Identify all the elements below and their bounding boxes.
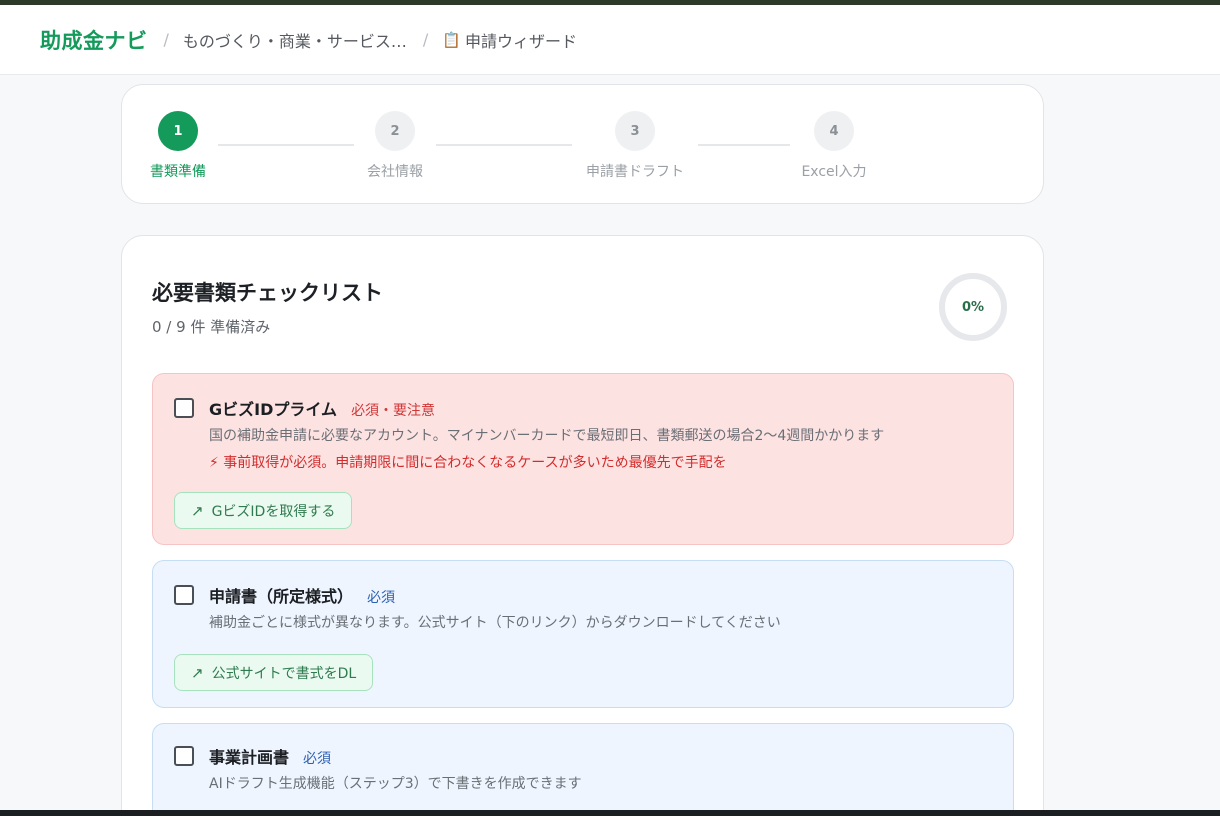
window-bottom-strip	[0, 810, 1220, 816]
document-checklist-card: 必要書類チェックリスト 0 / 9 件 準備済み 0% GビズIDプライム 必須・…	[121, 235, 1044, 816]
checklist-checkbox[interactable]	[174, 746, 194, 766]
arrow-up-right-icon: ↗	[191, 663, 204, 682]
item-title: GビズIDプライム 必須・要注意	[209, 400, 436, 419]
link-label: 公式サイトで書式をDL	[211, 665, 357, 682]
step-label: 申請書ドラフト	[586, 164, 684, 180]
checklist-checkbox[interactable]	[174, 585, 194, 605]
step-connector	[436, 144, 572, 146]
link-label: GビズIDを取得する	[211, 503, 336, 520]
step-4-excel[interactable]: 4 Excel入力	[774, 111, 894, 181]
progress-percent: 0%	[961, 299, 985, 315]
brand-logo[interactable]: 助成金ナビ	[40, 25, 148, 55]
app-header: 助成金ナビ / ものづくり・商業・サービス… / 📋 申請ウィザード	[0, 5, 1220, 75]
checklist-progress-count: 0 / 9 件 準備済み	[152, 318, 271, 336]
breadcrumb-wizard: 📋 申請ウィザード	[442, 28, 577, 52]
step-number: 1	[158, 111, 198, 151]
item-title: 申請書（所定様式） 必須	[209, 587, 396, 606]
checklist-item-gbizid: GビズIDプライム 必須・要注意 国の補助金申請に必要なアカウント。マイナンバーカ…	[152, 373, 1014, 545]
get-gbizid-link[interactable]: ↗ GビズIDを取得する	[174, 492, 353, 529]
step-connector	[218, 144, 354, 146]
checklist-title: 必要書類チェックリスト	[152, 281, 383, 305]
step-1-documents[interactable]: 1 書類準備	[118, 111, 238, 181]
step-label: 会社情報	[367, 164, 423, 180]
required-badge: 必須	[303, 751, 332, 767]
download-form-link[interactable]: ↗ 公式サイトで書式をDL	[174, 654, 374, 691]
breadcrumb-separator: /	[163, 30, 169, 49]
clipboard-icon: 📋	[442, 30, 461, 49]
step-2-company-info[interactable]: 2 会社情報	[335, 111, 455, 181]
wizard-stepper: 1 書類準備 2 会社情報 3 申請書ドラフト 4 Excel入力	[121, 84, 1044, 204]
checklist-checkbox[interactable]	[174, 398, 194, 418]
item-description: 国の補助金申請に必要なアカウント。マイナンバーカードで最短即日、書類郵送の場合2…	[209, 428, 885, 444]
step-label: 書類準備	[150, 164, 206, 180]
arrow-up-right-icon: ↗	[191, 501, 204, 520]
breadcrumb-program[interactable]: ものづくり・商業・サービス…	[183, 28, 407, 52]
item-warning: ⚡ 事前取得が必須。申請期限に間に合わなくなるケースが多いため最優先で手配を	[209, 455, 727, 471]
step-label: Excel入力	[801, 164, 867, 180]
required-badge: 必須	[367, 590, 396, 606]
step-number: 2	[375, 111, 415, 151]
step-3-draft[interactable]: 3 申請書ドラフト	[575, 111, 695, 181]
item-description: 補助金ごとに様式が異なります。公式サイト（下のリンク）からダウンロードしてくださ…	[209, 615, 781, 631]
required-badge: 必須・要注意	[351, 403, 436, 419]
item-description: AIドラフト生成機能（ステップ3）で下書きを作成できます	[209, 776, 582, 792]
step-number: 3	[615, 111, 655, 151]
checklist-item-business-plan: 事業計画書 必須 AIドラフト生成機能（ステップ3）で下書きを作成できます	[152, 723, 1014, 816]
item-title: 事業計画書 必須	[209, 748, 332, 767]
breadcrumb-separator: /	[422, 30, 429, 49]
checklist-item-application-form: 申請書（所定様式） 必須 補助金ごとに様式が異なります。公式サイト（下のリンク）か…	[152, 560, 1014, 708]
breadcrumb-wizard-label: 申請ウィザード	[464, 31, 577, 51]
step-number: 4	[814, 111, 854, 151]
